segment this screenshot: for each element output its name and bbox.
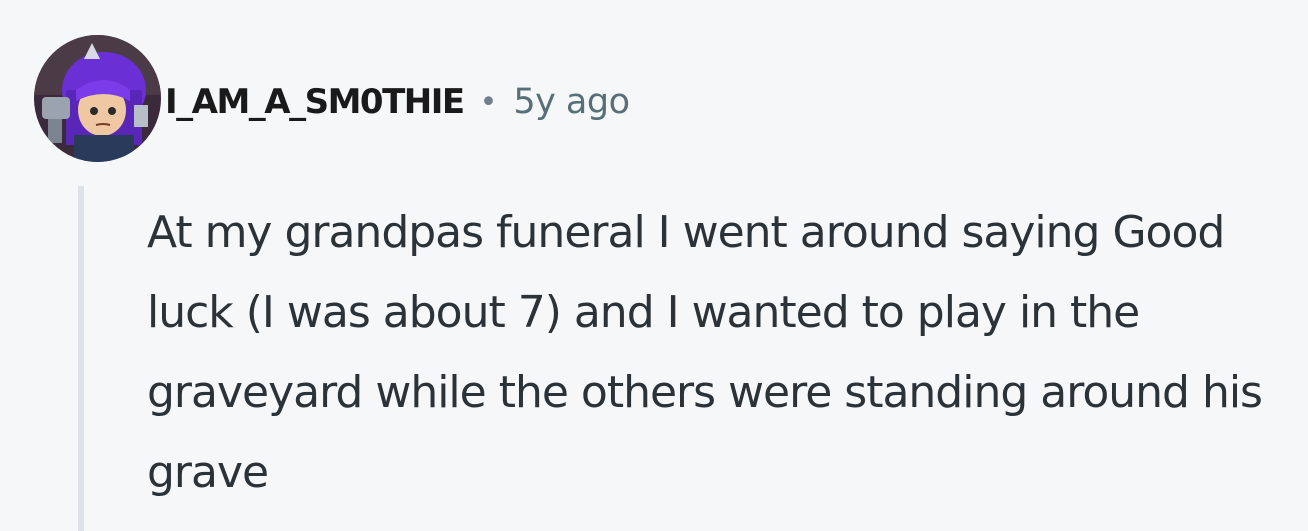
user-avatar-icon[interactable]	[34, 35, 161, 162]
comment-body: At my grandpas funeral I went around say…	[147, 207, 1263, 498]
meta-separator: •	[479, 84, 498, 120]
author-username[interactable]: I_AM_A_SM0THIE	[165, 82, 465, 122]
thread-line[interactable]	[78, 186, 84, 531]
comment-header: I_AM_A_SM0THIE • 5y ago	[165, 74, 630, 130]
comment-timestamp[interactable]: 5y ago	[513, 82, 630, 122]
comment: I_AM_A_SM0THIE • 5y ago At my grandpas f…	[0, 0, 1308, 531]
